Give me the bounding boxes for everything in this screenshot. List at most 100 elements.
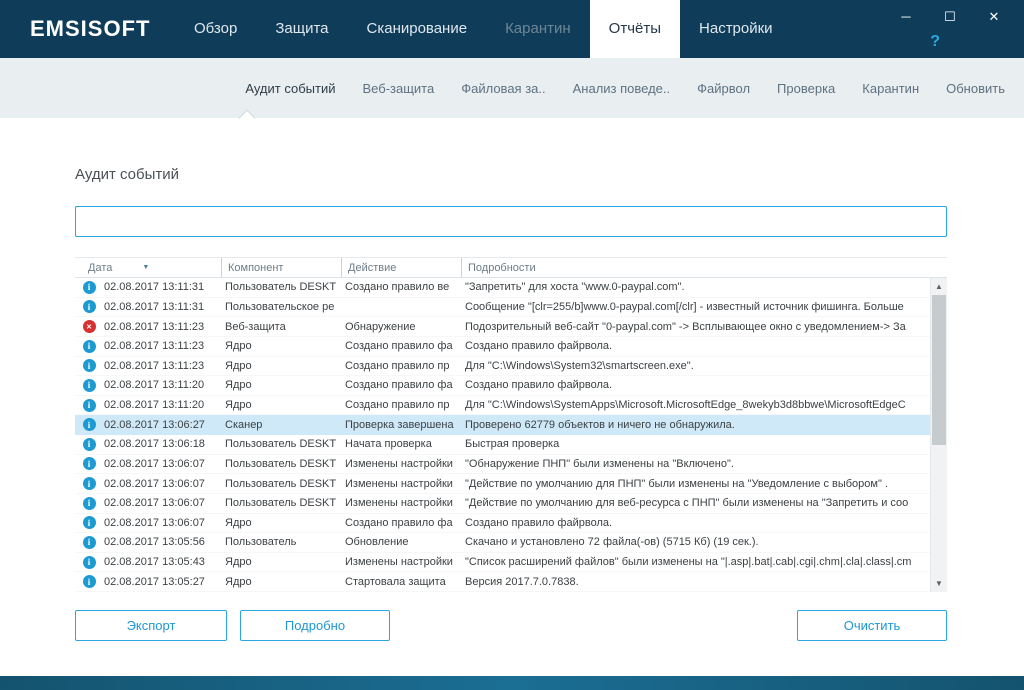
table-row[interactable]: i 02.08.2017 13:06:07 Пользователь DESKT Из… — [75, 493, 930, 514]
column-header-date[interactable]: Дата ▼ — [75, 258, 221, 277]
table-row[interactable]: i 02.08.2017 13:05:43 Ядро Изменены настрой… — [75, 552, 930, 573]
cell-icon: i — [75, 575, 103, 589]
cell-component: Пользовательское ре — [225, 300, 335, 313]
table-row[interactable]: i 02.08.2017 13:06:07 Пользователь DESKT Из… — [75, 454, 930, 475]
sub-nav-item[interactable]: Файрвол — [697, 81, 750, 96]
cell-action: Начата проверка — [345, 438, 432, 451]
table-row[interactable]: i 02.08.2017 13:06:07 Пользователь DESKT Из… — [75, 474, 930, 494]
cell-action: Создано правило фа — [345, 516, 453, 529]
table-row[interactable]: i 02.08.2017 13:06:18 Пользователь DESKT На… — [75, 435, 930, 455]
cell-details: "Обнаружение ПНП" были изменены на "Вклю… — [465, 457, 734, 470]
cell-details: "Запретить" для хоста "www.0-paypal.com"… — [465, 281, 685, 294]
scroll-up-icon[interactable]: ▲ — [931, 278, 947, 295]
info-icon: i — [82, 575, 96, 589]
sub-nav: Аудит событий Веб-защита Файловая за.. Анал… — [0, 58, 1024, 118]
info-icon: i — [82, 300, 96, 314]
sub-nav-item[interactable]: Веб-защита — [363, 81, 435, 96]
cell-component: Ядро — [225, 340, 252, 353]
table-row[interactable]: i 02.08.2017 13:11:31 Пользователь DESKT Со… — [75, 278, 930, 298]
cell-component: Пользователь DESKT — [225, 457, 337, 470]
table-row[interactable]: i 02.08.2017 13:05:27 Ядро Стартовала защит… — [75, 572, 930, 592]
cell-icon: i — [75, 359, 103, 373]
column-header-action[interactable]: Действие — [341, 258, 461, 277]
table-header: Дата ▼ Компонент Действие Подробности — [75, 257, 947, 278]
cell-date: 02.08.2017 13:05:43 — [104, 556, 205, 569]
cell-action: Создано правило фа — [345, 379, 453, 392]
cell-action: Создано правило пр — [345, 359, 450, 372]
cell-icon: i — [75, 378, 103, 392]
cell-details: Сообщение "[clr=255/b]www.0-paypal.com[/… — [465, 300, 904, 313]
cell-details: Скачано и установлено 72 файла(-ов) (571… — [465, 536, 759, 549]
cell-date: 02.08.2017 13:11:31 — [104, 281, 205, 294]
help-icon[interactable]: ? — [930, 33, 940, 51]
table-row[interactable]: i 02.08.2017 13:11:20 Ядро Создано правило … — [75, 395, 930, 416]
info-icon: i — [82, 496, 96, 510]
cell-details: Подозрительный веб-сайт "0-paypal.com" -… — [465, 320, 906, 333]
sub-nav-item[interactable]: Обновить — [946, 81, 1005, 96]
cell-date: 02.08.2017 13:06:18 — [104, 438, 205, 451]
table-row[interactable]: i 02.08.2017 13:05:56 Пользователь Обновлен… — [75, 533, 930, 553]
cell-component: Ядро — [225, 516, 252, 529]
cell-details: Для "C:\Windows\SystemApps\Microsoft.Mic… — [465, 399, 906, 412]
info-icon: i — [82, 555, 96, 569]
main-nav-item[interactable]: Сканирование — [348, 0, 487, 58]
table-row[interactable]: i 02.08.2017 13:11:23 Ядро Создано правило … — [75, 336, 930, 357]
main-nav-item: Карантин — [505, 20, 571, 37]
cell-details: Создано правило файрвола. — [465, 516, 613, 529]
maximize-button[interactable]: ☐ — [928, 4, 972, 30]
table-row[interactable]: i 02.08.2017 13:11:31 Пользовательское ре С… — [75, 297, 930, 318]
close-button[interactable]: ✕ — [972, 4, 1016, 30]
cell-icon: i — [75, 457, 103, 471]
cell-component: Сканер — [225, 418, 263, 431]
cell-date: 02.08.2017 13:05:27 — [104, 575, 205, 588]
sub-nav-item[interactable]: Файловая за.. — [461, 81, 545, 96]
cell-action: Создано правило фа — [345, 340, 453, 353]
cell-date: 02.08.2017 13:11:23 — [104, 340, 205, 353]
table-row[interactable]: i 02.08.2017 13:11:20 Ядро Создано правило … — [75, 376, 930, 396]
table-row[interactable]: ✕ 02.08.2017 13:11:23 Веб-защита Обнаружени… — [75, 317, 930, 337]
table-body: i 02.08.2017 13:11:31 Пользователь DESKT Со… — [75, 278, 930, 592]
cell-component: Пользователь DESKT — [225, 438, 337, 451]
main-nav-item[interactable]: Защита — [256, 0, 347, 58]
cell-component: Пользователь DESKT — [225, 497, 337, 510]
column-label-details: Подробности — [468, 261, 536, 274]
sub-nav-item[interactable]: Карантин — [862, 81, 919, 96]
column-label-action: Действие — [348, 261, 397, 274]
cell-icon: i — [75, 300, 103, 314]
search-input[interactable] — [75, 206, 947, 237]
sub-nav-item[interactable]: Проверка — [777, 81, 835, 96]
error-icon: ✕ — [82, 320, 96, 334]
column-header-component[interactable]: Компонент — [221, 258, 341, 277]
vertical-scrollbar[interactable]: ▲ ▼ — [930, 278, 947, 592]
sub-nav-item[interactable]: Аудит событий — [245, 81, 335, 96]
cell-action: Обнаружение — [345, 320, 416, 333]
cell-date: 02.08.2017 13:05:56 — [104, 536, 205, 549]
window-controls: ─ ☐ ✕ — [884, 4, 1016, 30]
cell-icon: i — [75, 280, 103, 294]
table-row[interactable]: i 02.08.2017 13:06:27 Сканер Проверка завер… — [75, 415, 930, 435]
cell-details: Для "C:\Windows\System32\smartscreen.exe… — [465, 359, 694, 372]
main-nav-item[interactable]: Настройки — [680, 0, 792, 58]
main-nav-item[interactable]: Отчёты — [589, 0, 681, 58]
cell-details: Версия 2017.7.0.7838. — [465, 575, 579, 588]
info-icon: i — [82, 477, 96, 491]
sub-nav-item[interactable]: Анализ поведе.. — [573, 81, 671, 96]
export-button[interactable]: Экспорт — [75, 610, 227, 641]
cell-component: Ядро — [225, 359, 252, 372]
details-button[interactable]: Подробно — [240, 610, 390, 641]
cell-details: Создано правило файрвола. — [465, 379, 613, 392]
table-row[interactable]: i 02.08.2017 13:11:23 Ядро Создано правило … — [75, 356, 930, 377]
minimize-button[interactable]: ─ — [884, 4, 928, 30]
column-header-details[interactable]: Подробности — [461, 258, 947, 277]
clear-button[interactable]: Очистить — [797, 610, 947, 641]
table-row[interactable]: i 02.08.2017 13:06:07 Ядро Создано правило … — [75, 513, 930, 534]
cell-component: Ядро — [225, 556, 252, 569]
scroll-down-icon[interactable]: ▼ — [931, 575, 947, 592]
scrollbar-thumb[interactable] — [932, 295, 946, 445]
cell-date: 02.08.2017 13:11:20 — [104, 399, 205, 412]
cell-action: Обновление — [345, 536, 409, 549]
cell-component: Пользователь — [225, 536, 297, 549]
cell-component: Пользователь DESKT — [225, 281, 337, 294]
cell-action: Проверка завершена — [345, 418, 454, 431]
main-nav-item[interactable]: Обзор — [175, 0, 256, 58]
